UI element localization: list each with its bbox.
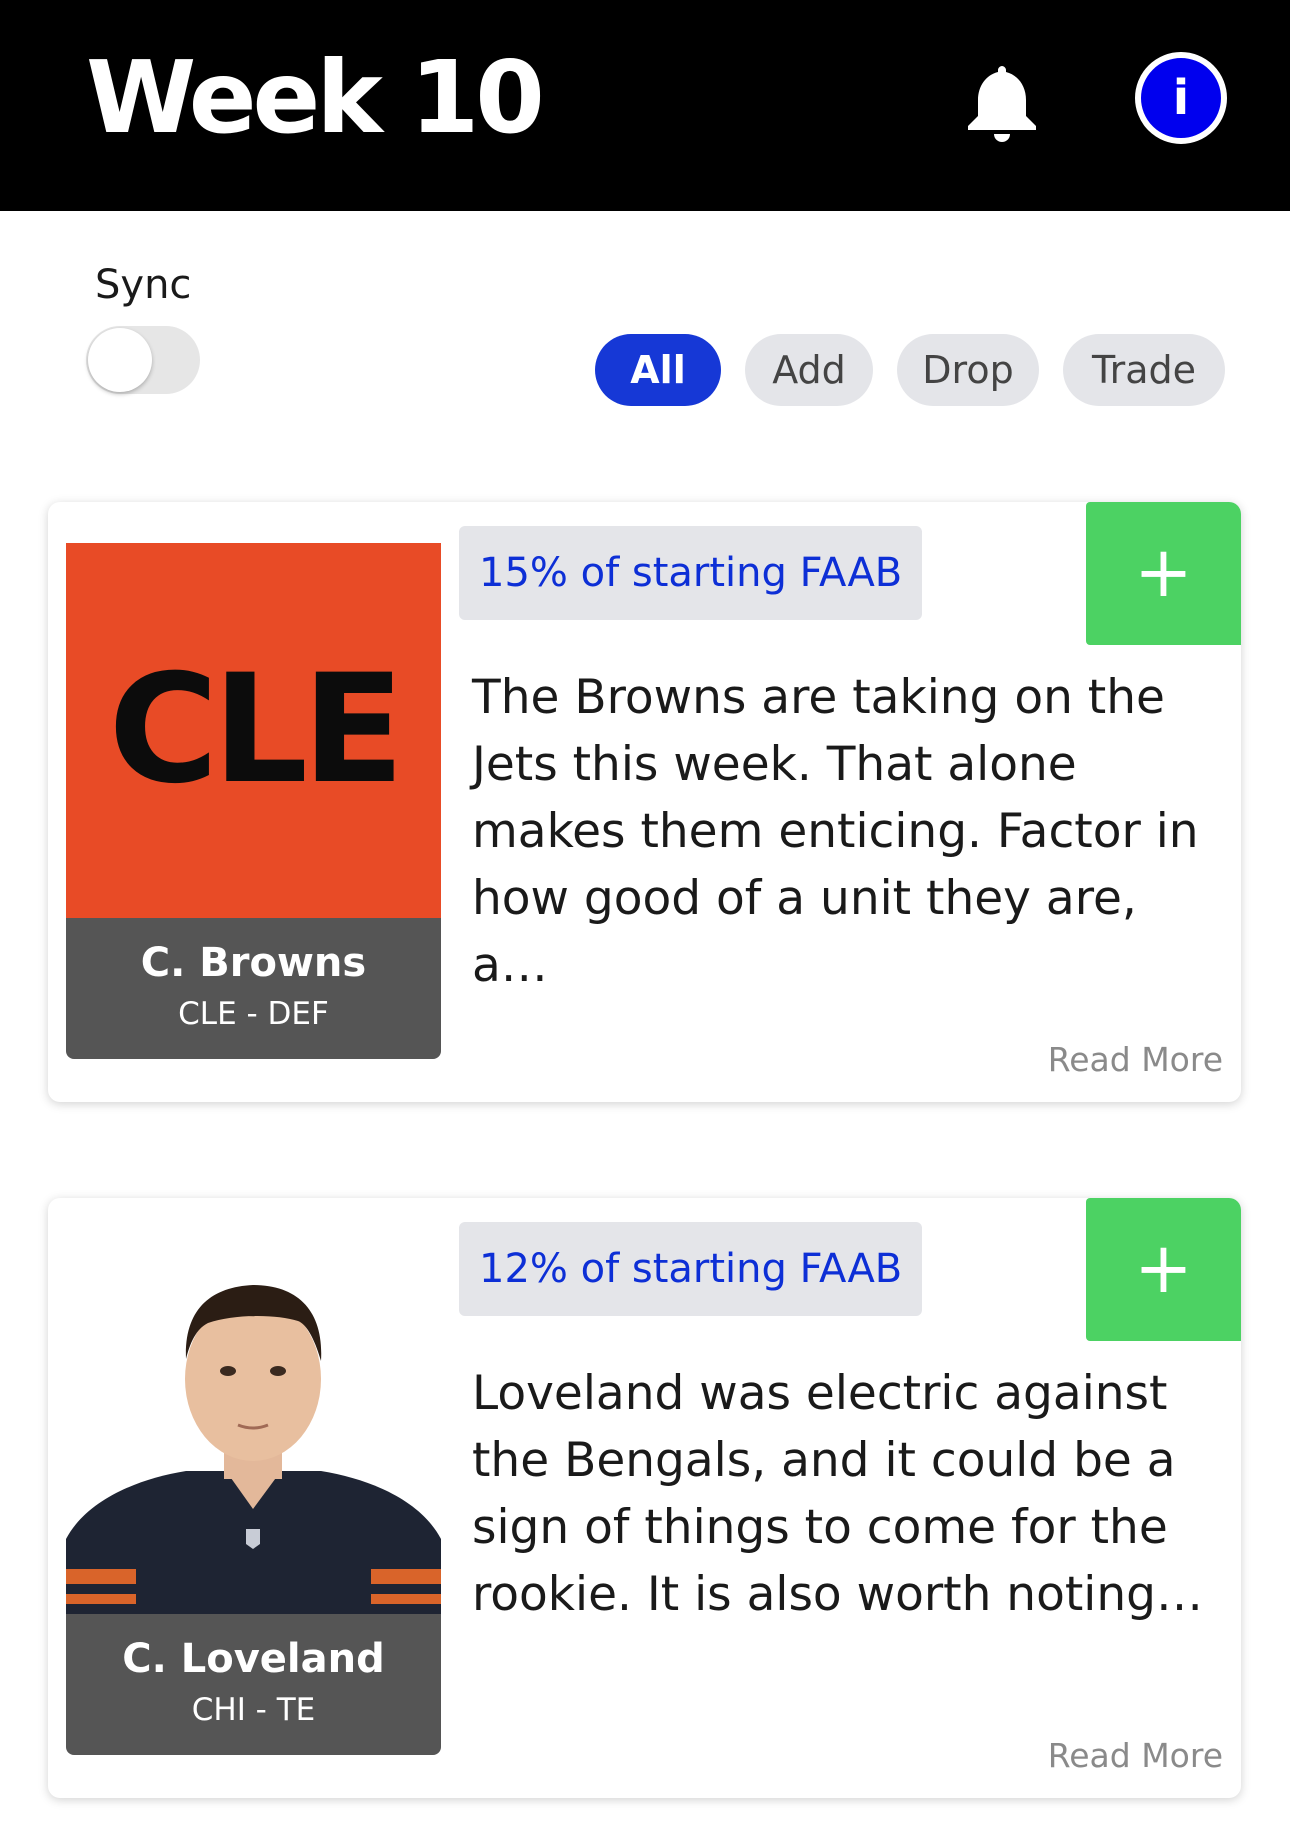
player-description: The Browns are taking on the Jets this w… — [472, 670, 1199, 993]
toggle-knob — [88, 328, 152, 392]
player-name: C. Browns — [140, 940, 367, 986]
filter-add[interactable]: Add — [745, 334, 873, 406]
player-namebar: C. Browns CLE - DEF — [66, 918, 441, 1059]
faab-badge: 15% of starting FAAB — [459, 526, 923, 620]
read-more-link[interactable]: Read More — [1048, 1040, 1223, 1079]
faab-badge: 12% of starting FAAB — [459, 1222, 923, 1316]
sync-toggle[interactable] — [86, 326, 200, 394]
sync-label: Sync — [95, 262, 192, 308]
player-description: Loveland was electric against the Bengal… — [472, 1366, 1203, 1622]
filter-trade[interactable]: Trade — [1063, 334, 1225, 406]
player-namebar: C. Loveland CHI - TE — [66, 1614, 441, 1755]
cle-logo-text: CLE — [66, 543, 441, 918]
bell-icon[interactable] — [962, 60, 1042, 144]
team-logo: CLE — [66, 543, 441, 918]
page-title: Week 10 — [86, 39, 545, 156]
top-header: Week 10 i — [0, 0, 1290, 211]
player-card[interactable]: CLE C. Browns CLE - DEF 15% of starting … — [48, 502, 1241, 1102]
player-name: C. Loveland — [122, 1636, 385, 1682]
player-headshot-icon — [66, 1285, 441, 1614]
filter-all[interactable]: All — [595, 334, 721, 406]
add-player-button[interactable]: + — [1086, 1198, 1241, 1341]
info-icon[interactable]: i — [1135, 52, 1227, 144]
read-more-link[interactable]: Read More — [1048, 1736, 1223, 1775]
filter-drop[interactable]: Drop — [897, 334, 1039, 406]
add-player-button[interactable]: + — [1086, 502, 1241, 645]
player-position: CLE - DEF — [178, 996, 329, 1032]
player-photo — [66, 1239, 441, 1614]
player-position: CHI - TE — [191, 1692, 316, 1728]
player-card[interactable]: C. Loveland CHI - TE 12% of starting FAA… — [48, 1198, 1241, 1798]
